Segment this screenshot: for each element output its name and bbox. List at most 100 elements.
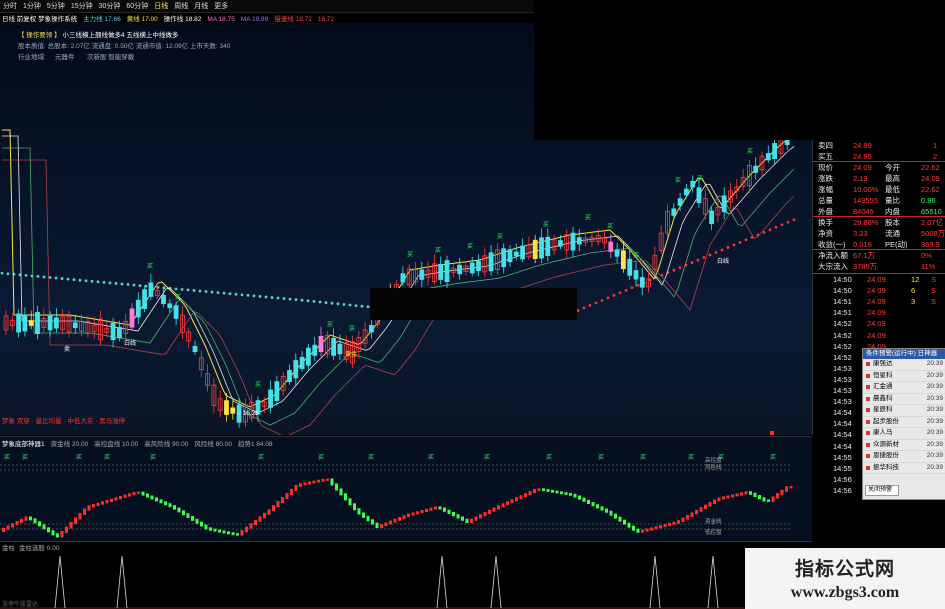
sub-bar bbox=[483, 512, 487, 517]
alert-item[interactable]: 康人马 20:39 bbox=[863, 428, 945, 440]
quote-value-2: 22.62 bbox=[921, 163, 940, 172]
ma-dot bbox=[726, 246, 730, 249]
candle-body bbox=[721, 195, 727, 213]
period-tab-7[interactable]: 周线 bbox=[172, 1, 190, 11]
sub-header-item: 风险线 80.00 bbox=[194, 441, 232, 448]
alert-item[interactable]: 汇金通 20:39 bbox=[863, 382, 945, 394]
alert-stock-name: 众源新材 bbox=[873, 440, 899, 448]
tick-row: 14:51 24.09 3 S bbox=[813, 296, 945, 307]
sub-bar bbox=[240, 530, 244, 536]
candle-body bbox=[230, 407, 236, 414]
tick-flag: S bbox=[931, 297, 937, 307]
tick-time: 14:54 bbox=[833, 430, 852, 440]
tick-time: 14:52 bbox=[833, 330, 852, 340]
alert-item[interactable]: 起步股份 20:39 bbox=[863, 417, 945, 428]
sub-bar bbox=[695, 509, 698, 515]
sub-bar bbox=[501, 503, 505, 508]
sub-bar bbox=[420, 510, 424, 514]
sub-bar bbox=[650, 527, 653, 531]
quote-value-2: 11% bbox=[921, 262, 936, 271]
period-tab-1[interactable]: 1分钟 bbox=[21, 1, 43, 11]
ma-dot bbox=[624, 288, 628, 292]
sub-bar bbox=[479, 514, 482, 519]
sub-bar bbox=[677, 520, 680, 524]
alert-popup[interactable]: 条件预警(运行中) 日神器 康强达 20:39 恒星科 20:39 汇金通 20:39 晨鑫… bbox=[862, 348, 945, 500]
ma-dot bbox=[762, 230, 766, 234]
alert-item[interactable]: 众源新材 20:39 bbox=[863, 440, 945, 451]
alert-item[interactable]: 恩捷股份 20:39 bbox=[863, 451, 945, 463]
ma-dot bbox=[102, 280, 106, 284]
ma-dot bbox=[780, 223, 784, 227]
ma-legend-item: 18.72 bbox=[317, 16, 335, 23]
quote-key: 总量 bbox=[818, 196, 833, 205]
candle-body bbox=[331, 337, 337, 356]
ma-dot bbox=[690, 261, 694, 264]
sub-bar bbox=[119, 495, 122, 500]
sub-bar bbox=[74, 517, 77, 524]
sub-bar bbox=[542, 488, 545, 492]
alert-list: 康强达 20:39 恒星科 20:39 汇金通 20:39 晨鑫科 20:39 星辰科 20:39… bbox=[863, 359, 945, 474]
sell-signal-label: 卖 bbox=[64, 346, 70, 353]
candle-body bbox=[161, 295, 166, 304]
period-tab-0[interactable]: 分时 bbox=[1, 1, 19, 11]
period-tab-5[interactable]: 60分钟 bbox=[124, 1, 150, 11]
alert-item[interactable]: 晨鑫科 20:39 bbox=[863, 394, 945, 405]
sub-bar bbox=[173, 505, 176, 510]
ma-dot bbox=[600, 298, 604, 302]
ma-dot bbox=[114, 282, 118, 285]
bottom-indicator-svg[interactable] bbox=[0, 542, 812, 609]
sub-bar bbox=[519, 495, 523, 500]
sub-bar bbox=[618, 516, 622, 522]
period-tab-9[interactable]: 更多 bbox=[212, 1, 230, 11]
candle-body bbox=[614, 249, 620, 257]
buy-signal-label: 买 bbox=[255, 380, 261, 388]
sub-buy-signal: 买 bbox=[598, 453, 604, 461]
alert-item[interactable]: 振华科技 20:39 bbox=[863, 463, 945, 474]
ma-dot bbox=[744, 238, 748, 242]
sub-bar bbox=[510, 499, 514, 504]
sub-indicator-svg[interactable]: 高控盘风险线资金线低控盘买买买买买买买买买买买买买买买买 bbox=[0, 437, 812, 541]
buy-signal-label: 买 bbox=[407, 250, 413, 258]
period-tab-6[interactable]: 日线 bbox=[152, 1, 170, 11]
sub-bar bbox=[582, 497, 586, 502]
ma-dot bbox=[276, 296, 280, 300]
sub-bar bbox=[168, 503, 172, 508]
sub-bar bbox=[456, 514, 460, 519]
candle-body bbox=[520, 245, 525, 260]
ma-dot bbox=[342, 303, 346, 306]
alert-item[interactable]: 康强达 20:39 bbox=[863, 359, 945, 371]
ma-legend-item: 慢速线 18.72 bbox=[274, 16, 312, 23]
sub-bar bbox=[515, 497, 518, 502]
period-tab-3[interactable]: 15分钟 bbox=[69, 1, 95, 11]
bottom-indicator-panel[interactable] bbox=[0, 541, 812, 609]
alert-item[interactable]: 星辰科 20:39 bbox=[863, 405, 945, 417]
close-alert-button[interactable]: 关闭预警 bbox=[865, 485, 899, 496]
ma-dot bbox=[144, 284, 148, 288]
sub-bar bbox=[384, 522, 388, 527]
gold-column-spike bbox=[54, 555, 66, 609]
ma-dot bbox=[246, 293, 250, 297]
sub-bar bbox=[776, 493, 779, 499]
period-tab-4[interactable]: 30分钟 bbox=[97, 1, 123, 11]
alert-stock-name: 恩捷股份 bbox=[873, 452, 899, 459]
sub-bar bbox=[110, 498, 113, 502]
alert-time: 20:39 bbox=[926, 360, 943, 367]
sub-bar bbox=[744, 491, 748, 495]
sub-bar bbox=[60, 531, 64, 538]
period-tab-8[interactable]: 月线 bbox=[192, 1, 210, 11]
sub-bar bbox=[663, 524, 667, 528]
sub-bar bbox=[708, 502, 712, 507]
watermark-title: 指标公式网 bbox=[794, 559, 895, 580]
sub-bar bbox=[317, 479, 320, 483]
alert-popup-title[interactable]: 条件预警(运行中) 日神器 bbox=[863, 349, 945, 359]
info-line-2: 股本质值: 总股本: 2.07亿 流通盘: 0.50亿 流通市值: 12.09亿… bbox=[18, 43, 231, 50]
sub-bar bbox=[564, 492, 568, 495]
sub-bar bbox=[573, 493, 577, 498]
sub-buy-signal: 买 bbox=[770, 453, 776, 461]
sub-bar bbox=[425, 508, 428, 512]
alert-item[interactable]: 恒星科 20:39 bbox=[863, 371, 945, 382]
sub-indicator-panel[interactable]: 高控盘 风险线 资金线 低控盘买买买买买买买买买买买买买买买买 bbox=[0, 436, 812, 541]
period-tab-2[interactable]: 5分钟 bbox=[45, 1, 67, 11]
bottom-indicator-header: 金柱 金柱选股 0.00 bbox=[2, 542, 63, 552]
candle-body bbox=[293, 360, 299, 379]
